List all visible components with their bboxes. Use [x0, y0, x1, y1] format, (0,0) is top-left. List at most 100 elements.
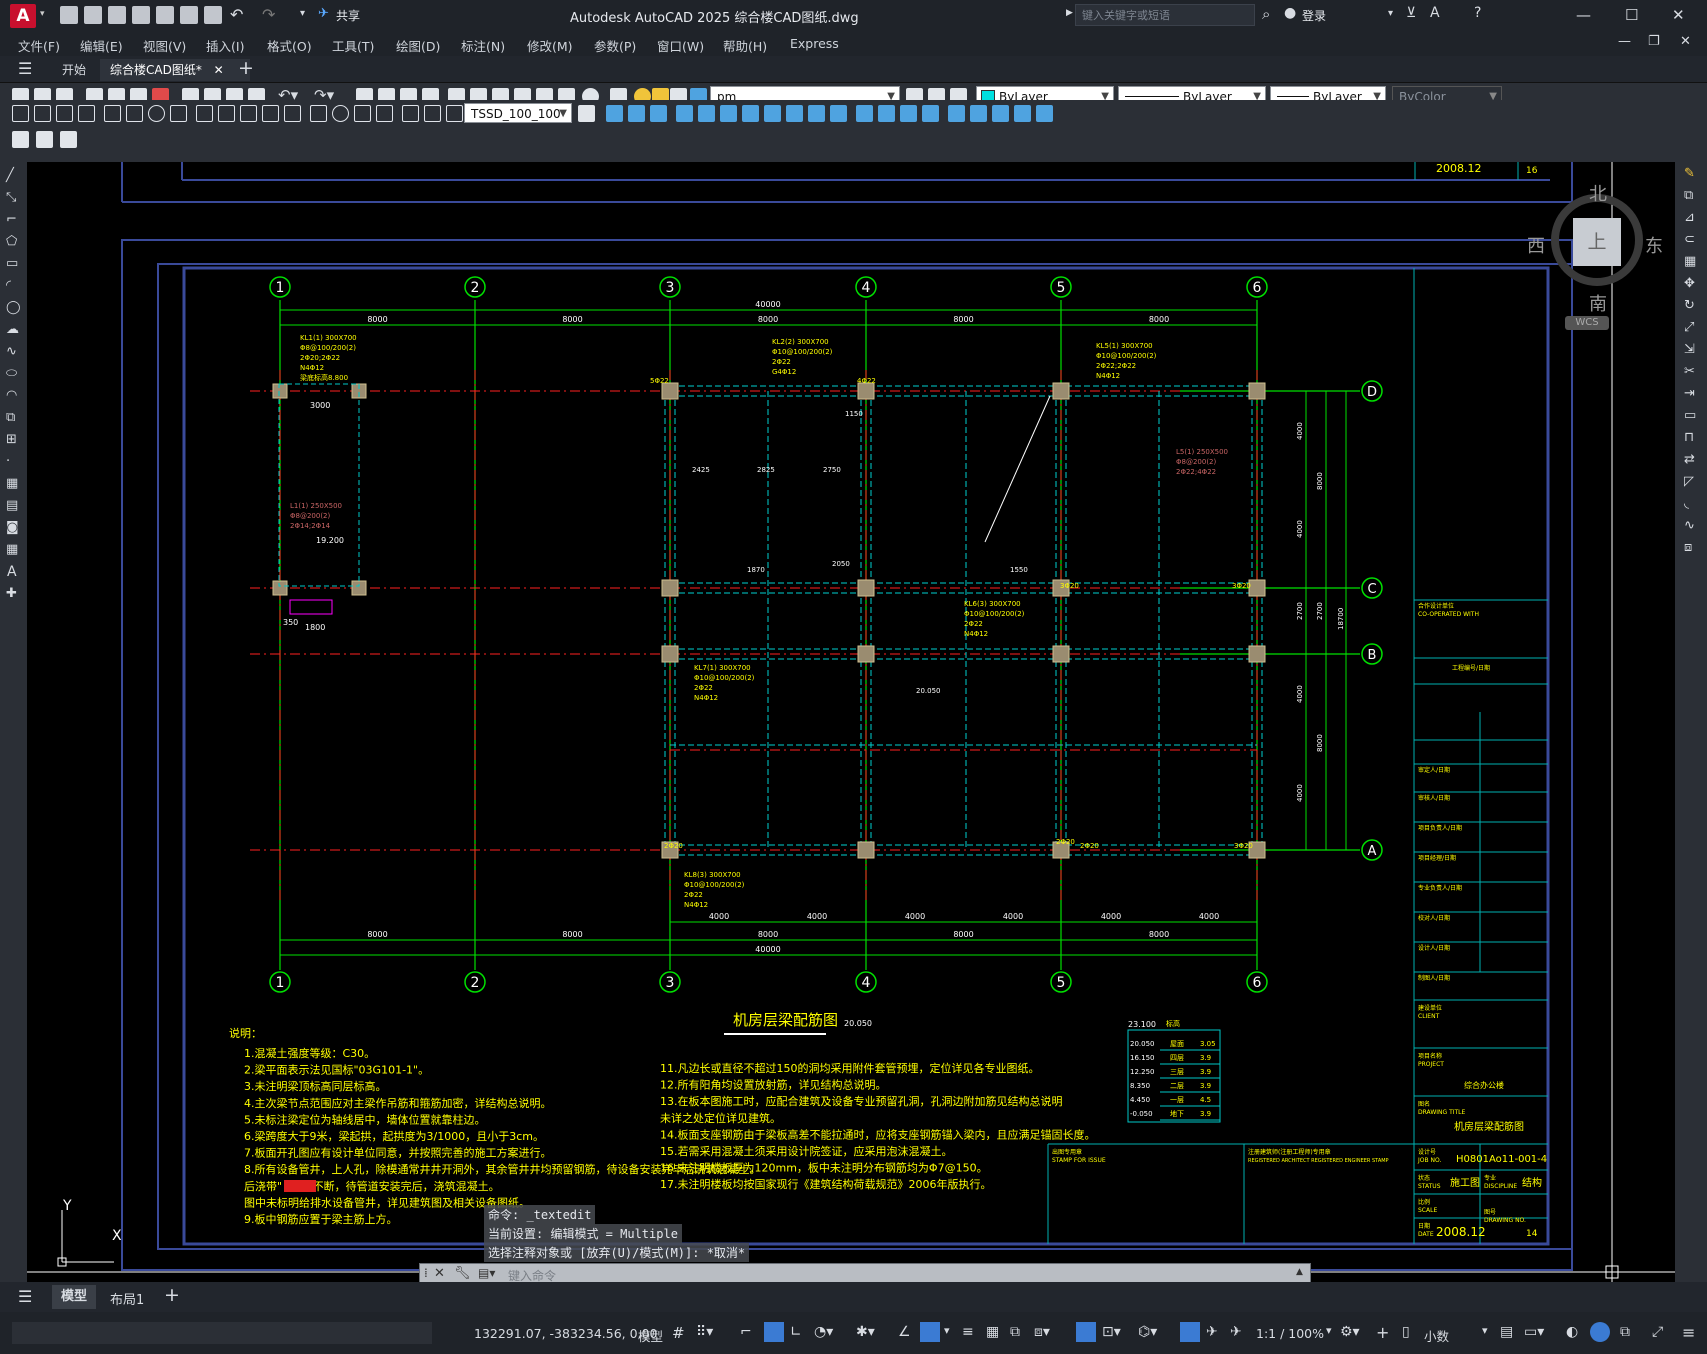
ortho-icon[interactable]: ∟	[790, 1324, 802, 1340]
selection-cycling-icon[interactable]: ⧉	[1010, 1324, 1020, 1340]
line-tool-icon[interactable]: ╱	[6, 168, 14, 183]
mtext-icon[interactable]: A	[7, 564, 17, 580]
view-right-icon[interactable]	[676, 105, 693, 122]
tab-drawing[interactable]: 综合楼CAD图纸* ✕	[100, 59, 250, 81]
block-editor-icon[interactable]	[12, 131, 29, 148]
camera-icon[interactable]	[830, 105, 847, 122]
copy-object-icon[interactable]: ⧉	[1684, 188, 1693, 203]
rectangle-icon[interactable]: ▭	[6, 256, 18, 271]
new-icon[interactable]	[60, 6, 78, 24]
menu-dimension[interactable]: 标注(N)	[461, 36, 505, 55]
undo-icon[interactable]: ↶	[230, 5, 243, 24]
move-icon[interactable]: ✥	[1684, 276, 1695, 291]
viewcube-west[interactable]: 西	[1527, 232, 1545, 258]
layer-iso-icon[interactable]	[60, 131, 77, 148]
dim-space-icon[interactable]	[262, 105, 279, 122]
customization-icon[interactable]: ≡	[1682, 1323, 1695, 1342]
view-left-icon[interactable]	[650, 105, 667, 122]
tab-layout1[interactable]: 布局1	[110, 1289, 144, 1308]
menu-file[interactable]: 文件(F)	[18, 36, 60, 55]
ucs-face-icon[interactable]	[1014, 105, 1031, 122]
viewcube[interactable]: 上 北 南 东 西 WCS	[1527, 180, 1667, 338]
menu-window[interactable]: 窗口(W)	[657, 36, 704, 55]
units-icon[interactable]: ▯	[1402, 1324, 1410, 1340]
customize-qat-icon[interactable]: ▾	[300, 8, 305, 19]
units-dropdown-icon[interactable]: ▾	[1482, 1324, 1488, 1337]
clean-screen-icon[interactable]: ⧉	[1620, 1324, 1630, 1340]
menu-parametric[interactable]: 参数(P)	[594, 36, 636, 55]
menu-help[interactable]: 帮助(H)	[723, 36, 767, 55]
search-input[interactable]: 键入关键字或短语	[1075, 4, 1255, 26]
dim-style-manager-icon[interactable]	[578, 105, 595, 122]
annotation-visibility-icon[interactable]	[1180, 1322, 1200, 1342]
transparency-icon[interactable]: ▦	[986, 1324, 999, 1340]
add-selected-icon[interactable]: ✚	[6, 586, 17, 601]
blend-curves-icon[interactable]: ∿	[1684, 518, 1695, 533]
visual-style-2d-icon[interactable]	[856, 105, 873, 122]
command-recent-icon[interactable]: ▤▾	[478, 1266, 495, 1280]
linear-dim-icon[interactable]	[12, 105, 29, 122]
rotate-icon[interactable]: ↻	[1684, 298, 1695, 313]
units-dropdown[interactable]: 小数	[1424, 1326, 1449, 1345]
selection-filter-icon[interactable]: ⊡▾	[1102, 1324, 1121, 1340]
grid-icon[interactable]: #	[672, 1324, 685, 1342]
menu-express[interactable]: Express	[790, 36, 839, 51]
viewcube-south[interactable]: 南	[1589, 290, 1607, 316]
open-icon[interactable]	[84, 6, 102, 24]
break-point-icon[interactable]: ▭	[1684, 408, 1696, 423]
lock-ui-icon[interactable]: ▭▾	[1524, 1324, 1544, 1340]
quick-properties-icon[interactable]: ▤	[1500, 1324, 1513, 1340]
radius-dim-icon[interactable]	[104, 105, 121, 122]
autocad-logo-button[interactable]: A	[10, 4, 36, 28]
annotation-scale-dropdown[interactable]: 1:1 / 100%	[1256, 1326, 1324, 1341]
doc-close-button[interactable]: ✕	[1680, 34, 1691, 49]
ellipse-icon[interactable]: ⬭	[6, 366, 17, 381]
app-menu-chevron-icon[interactable]: ▾	[40, 9, 45, 19]
help-icon[interactable]: ?	[1474, 5, 1481, 21]
autodesk-apps-icon[interactable]: A	[1430, 5, 1440, 21]
gizmo-icon[interactable]: ⌬▾	[1138, 1324, 1157, 1340]
visual-style-3d-icon[interactable]	[878, 105, 895, 122]
construction-line-icon[interactable]: ⤡	[6, 190, 16, 205]
spline-icon[interactable]: ∿	[6, 344, 17, 359]
insert-block-icon[interactable]	[36, 131, 53, 148]
dim-break-icon[interactable]	[284, 105, 301, 122]
save-as-icon[interactable]	[132, 6, 150, 24]
offset-icon[interactable]: ⊂	[1684, 232, 1695, 247]
fillet-icon[interactable]: ◟	[1684, 496, 1689, 511]
command-line-grip-icon[interactable]: ⁞	[424, 1266, 428, 1280]
baseline-dim-icon[interactable]	[218, 105, 235, 122]
isolate-objects-icon[interactable]: ◐	[1566, 1324, 1578, 1340]
gradient-icon[interactable]: ▤	[6, 498, 18, 513]
polar-tracking-icon[interactable]: ◔▾	[814, 1324, 833, 1340]
continue-dim-icon[interactable]	[240, 105, 257, 122]
region-icon[interactable]: ◙	[6, 520, 19, 535]
open-from-web-icon[interactable]	[156, 6, 174, 24]
scale-icon[interactable]: ⤢	[1684, 320, 1694, 335]
view-nw-iso-icon[interactable]	[808, 105, 825, 122]
drawing-canvas[interactable]: 2008.12 16 40000 8000 8000 8000 8000 8000 4000…	[27, 162, 1675, 1285]
hatch-icon[interactable]: ▦	[6, 476, 18, 491]
login-button[interactable]: 登录	[1302, 7, 1326, 24]
add-layout-button[interactable]: +	[164, 1284, 180, 1306]
trim-icon[interactable]: ✂	[1684, 364, 1695, 379]
new-tab-button[interactable]: +	[238, 57, 254, 79]
infer-constraints-icon[interactable]: ⌐	[740, 1324, 752, 1340]
tab-close-icon[interactable]: ✕	[214, 63, 224, 77]
3d-osnap-icon[interactable]: ⧈▾	[1034, 1324, 1050, 1340]
osnap-tracking-icon[interactable]: ∠	[898, 1324, 911, 1340]
dimstyle-dropdown[interactable]: TSSD_100_100 ▼	[464, 103, 572, 123]
polygon-icon[interactable]: ⬠	[6, 234, 17, 249]
dynamic-ucs-icon[interactable]	[1076, 1322, 1096, 1342]
snap-icon[interactable]: ⠿▾	[696, 1324, 713, 1340]
doc-minimize-button[interactable]: —	[1618, 34, 1631, 49]
ucs-object-icon[interactable]	[1036, 105, 1053, 122]
center-mark-icon[interactable]	[332, 105, 349, 122]
tab-start[interactable]: 开始	[52, 59, 96, 81]
view-bottom-icon[interactable]	[720, 105, 737, 122]
view-ne-iso-icon[interactable]	[786, 105, 803, 122]
menu-edit[interactable]: 编辑(E)	[80, 36, 123, 55]
menu-modify[interactable]: 修改(M)	[527, 36, 573, 55]
dim-update-icon[interactable]	[446, 105, 463, 122]
search-expand-icon[interactable]: ▶	[1066, 8, 1073, 18]
